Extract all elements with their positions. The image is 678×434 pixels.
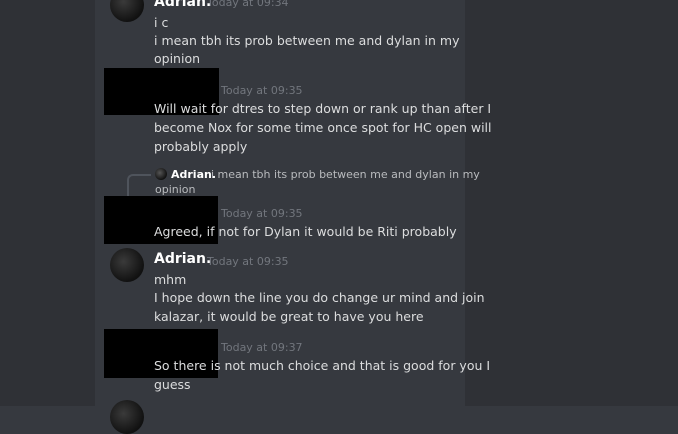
message-text: guess	[154, 377, 191, 392]
message-timestamp: Today at 09:35	[207, 255, 289, 268]
message-text: mhm	[154, 272, 187, 287]
message-timestamp: Today at 09:34	[207, 0, 289, 9]
avatar[interactable]	[110, 400, 144, 434]
message-text: Agreed, if not for Dylan it would be Rit…	[154, 224, 457, 239]
message-timestamp: Today at 09:35	[221, 84, 303, 97]
avatar[interactable]	[110, 248, 144, 282]
message-author[interactable]: Adrian.	[154, 251, 211, 267]
message-text: become Nox for some time once spot for H…	[154, 120, 492, 135]
right-panel	[465, 0, 678, 406]
message-text: i c	[154, 15, 169, 30]
reply-preview-text[interactable]: i mean tbh its prob between me and dylan…	[211, 168, 480, 181]
message-text: Will wait for dtres to step down or rank…	[154, 101, 492, 116]
left-panel	[0, 0, 95, 406]
message-text: opinion	[154, 51, 201, 66]
message-text: i mean tbh its prob between me and dylan…	[154, 33, 460, 48]
reply-avatar[interactable]	[155, 168, 167, 180]
message-timestamp: Today at 09:37	[221, 341, 303, 354]
message-text: kalazar, it would be great to have you h…	[154, 309, 424, 324]
reply-preview-text[interactable]: opinion	[155, 183, 196, 196]
reply-author[interactable]: Adrian.	[171, 168, 216, 181]
message-author[interactable]: Adrian.	[154, 0, 211, 10]
message-text: So there is not much choice and that is …	[154, 358, 491, 373]
message-timestamp: Today at 09:35	[221, 207, 303, 220]
message-text: probably apply	[154, 139, 248, 154]
message-text: I hope down the line you do change ur mi…	[154, 290, 485, 305]
